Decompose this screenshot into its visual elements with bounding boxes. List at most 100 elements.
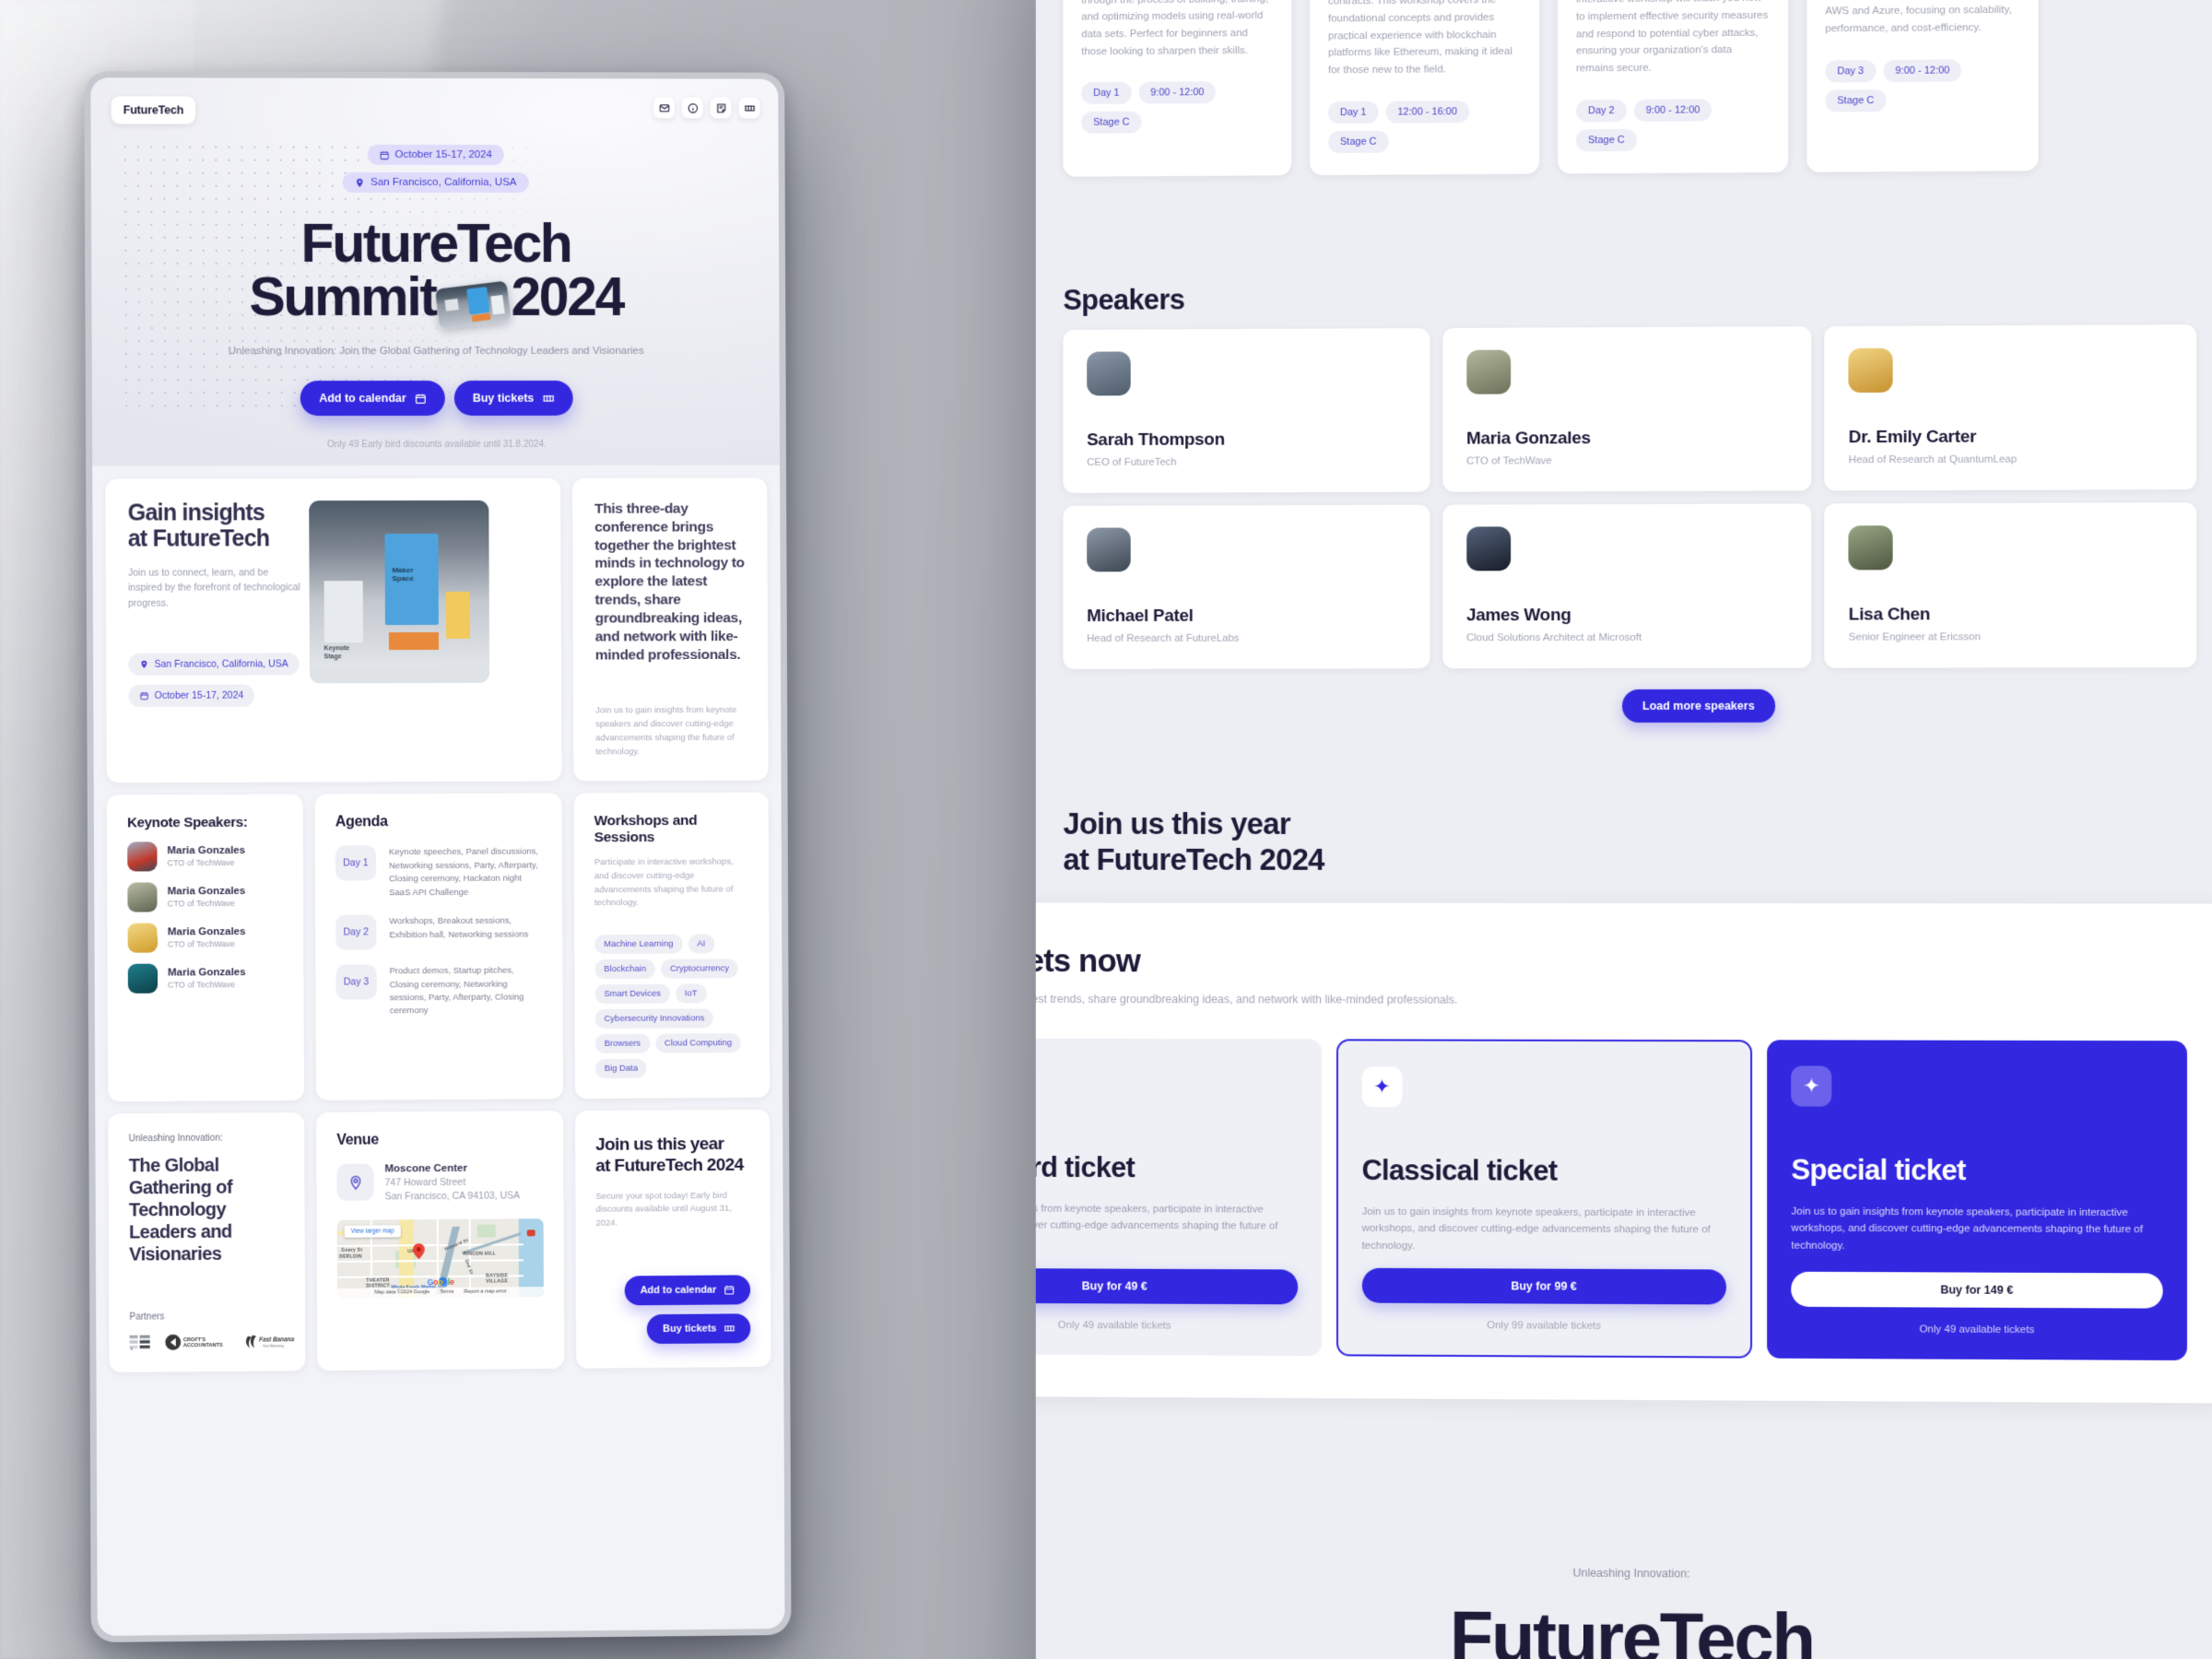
workshop-card[interactable]: Blockchain Development for Beginners Lea… <box>1310 0 1540 175</box>
hero-date-text: October 15-17, 2024 <box>394 148 492 161</box>
speaker-name: Maria Gonzales <box>167 886 246 898</box>
buy-tickets-button[interactable]: Buy tickets <box>647 1313 751 1345</box>
workshop-body: Learn the basics of blockchain technolog… <box>1328 0 1512 76</box>
tickets-heading: Buy tickets now <box>1035 943 1141 980</box>
device-screen: FutureTech October 15-17, 2024 San Franc… <box>90 77 785 1636</box>
workshop-tag: Day 1 <box>1328 100 1379 124</box>
add-to-calendar-button[interactable]: Add to calendar <box>300 381 445 417</box>
list-item[interactable]: Maria Gonzales CTO of TechWave <box>127 963 284 994</box>
speaker-name: Dr. Emily Carter <box>1848 427 1977 448</box>
add-to-calendar-button[interactable]: Add to calendar <box>624 1275 751 1306</box>
hero-subtitle: Unleashing Innovation: Join the Global G… <box>228 346 644 358</box>
avatar <box>1848 525 1893 571</box>
venue-map-pin <box>412 1242 425 1259</box>
workshop-topic-tag[interactable]: Blockchain <box>594 959 656 980</box>
avatar <box>1848 347 1893 394</box>
add-to-calendar-label: Add to calendar <box>319 392 406 406</box>
workshop-tag: 9:00 - 12:00 <box>1883 58 1962 82</box>
map-report-link[interactable]: Report a map error <box>464 1289 506 1295</box>
workshop-topic-tag[interactable]: Cybersecurity Innovations <box>594 1008 714 1030</box>
workshop-topic-tag[interactable]: Cloud Computing <box>654 1033 742 1053</box>
workshop-tag: Stage C <box>1081 111 1142 135</box>
sparkle-icon: ✦ <box>1361 1066 1403 1108</box>
hero-inline-photo <box>435 280 512 330</box>
workshop-card-list: Mastering Machine Learning Algorithms Di… <box>1063 0 2039 177</box>
venue-name: Moscone Center <box>384 1162 467 1175</box>
insights-location-text: San Francisco, California, USA <box>154 658 288 670</box>
insights-date-text: October 15-17, 2024 <box>154 689 244 701</box>
speaker-card[interactable]: Dr. Emily Carter Head of Research at Qua… <box>1824 324 2197 491</box>
speaker-name: Lisa Chen <box>1848 605 1931 625</box>
join-body: Secure your spot today! Early bird disco… <box>595 1190 732 1229</box>
speaker-card[interactable]: Sarah Thompson CEO of FutureTech <box>1063 328 1430 493</box>
buy-ticket-button[interactable]: Buy for 99 € <box>1361 1267 1727 1305</box>
workshop-topic-tag[interactable]: Smart Devices <box>594 983 670 1005</box>
ticket-card-special[interactable]: ✦ Special ticket Join us to gain insight… <box>1767 1040 2187 1361</box>
hero-date-pill: October 15-17, 2024 <box>367 144 504 166</box>
ticket-card-early-bird[interactable]: ✦ Early-bird ticket Join us to gain insi… <box>1035 1038 1322 1357</box>
workshop-topic-tag[interactable]: Machine Learning <box>594 934 683 955</box>
speaker-role: CTO of TechWave <box>168 980 236 990</box>
list-item[interactable]: Maria Gonzales CTO of TechWave <box>127 841 283 872</box>
workshop-card[interactable]: Cybersecurity: Protecting Your Digital A… <box>1558 0 1789 174</box>
speaker-role: CTO of TechWave <box>167 899 235 909</box>
workshop-topic-tag[interactable]: Cryptocurrency <box>660 959 739 979</box>
speaker-card[interactable]: James Wong Cloud Solutions Architect at … <box>1442 503 1812 669</box>
workshop-topic-tag[interactable]: IoT <box>675 983 707 1004</box>
speakers-grid: Sarah Thompson CEO of FutureTech Maria G… <box>1063 324 2197 669</box>
ticket-card-classical[interactable]: ✦ Classical ticket Join us to gain insig… <box>1335 1039 1753 1359</box>
partner-logo-list: s CROFT'S ACCOUNTANTS Fast Banana Viral Ma… <box>129 1333 295 1352</box>
speaker-card[interactable]: Michael Patel Head of Research at Future… <box>1063 504 1430 669</box>
join-title-line2: at FutureTech 2024 <box>595 1156 744 1177</box>
map-label: BAYSIDE VILLAGE <box>486 1273 509 1285</box>
hero-actions: Add to calendar Buy tickets <box>92 381 780 417</box>
speaker-card[interactable]: Maria Gonzales CTO of TechWave <box>1442 326 1812 492</box>
map-label: Geary St <box>341 1247 363 1254</box>
avatar <box>1087 351 1131 396</box>
workshop-body: Gain insights into the latest cybersecur… <box>1576 0 1769 75</box>
footer-wordmark: FutureTech <box>1449 1595 1814 1659</box>
buy-tickets-label: Buy tickets <box>472 392 535 406</box>
ticket-availability: Only 49 available tickets <box>1057 1320 1171 1332</box>
workshop-topic-tag[interactable]: Big Data <box>594 1058 648 1079</box>
list-item[interactable]: Maria Gonzales CTO of TechWave <box>127 882 283 912</box>
ticket-body: Join us to gain insights from keynote sp… <box>1791 1206 2143 1252</box>
ticket-body: Join us to gain insights from keynote sp… <box>1361 1206 1711 1252</box>
workshop-tag: 9:00 - 12:00 <box>1633 98 1712 122</box>
agenda-day-text: Product demos, Startup pitches, Closing … <box>389 965 524 1017</box>
workshop-card[interactable]: Mastering Machine Learning Algorithms Di… <box>1063 0 1292 177</box>
workshop-tags: Day 1 12:00 - 16:00 Stage C <box>1328 100 1521 153</box>
workshop-tag: Stage C <box>1328 130 1389 153</box>
agenda-row: Day 2 Workshops, Breakout sessions, Exhi… <box>335 914 542 950</box>
speakers-section-title: Speakers <box>1063 283 1185 316</box>
buy-tickets-button[interactable]: Buy tickets <box>453 381 573 417</box>
speaker-card[interactable]: Lisa Chen Senior Engineer at Ericsson <box>1824 502 2197 668</box>
venue-address-row: Moscone Center 747 Howard Street San Fra… <box>336 1162 543 1205</box>
join-cta-card: Join us this year at FutureTech 2024 Sec… <box>575 1109 771 1369</box>
partners-label: Partners <box>129 1312 165 1323</box>
agenda-day-badge: Day 3 <box>335 964 377 1000</box>
workshop-tag: Day 3 <box>1825 59 1877 83</box>
buy-ticket-button[interactable]: Buy for 49 € <box>1035 1267 1298 1305</box>
list-item[interactable]: Maria Gonzales CTO of TechWave <box>127 923 284 954</box>
speaker-role: Head of Research at FutureLabs <box>1087 632 1240 644</box>
agenda-title: Agenda <box>335 814 388 830</box>
workshop-card[interactable]: Building Scalable Cloud Applications Exp… <box>1806 0 2039 172</box>
avatar <box>127 923 158 954</box>
load-more-speakers-button[interactable]: Load more speakers <box>1622 688 1775 724</box>
buy-ticket-button[interactable]: Buy for 149 € <box>1791 1271 2163 1309</box>
ticket-title: Early-bird ticket <box>1035 1150 1135 1184</box>
ticket-availability: Only 99 available tickets <box>1487 1320 1602 1332</box>
workshop-topic-tag[interactable]: AI <box>688 934 715 954</box>
map-terms-link[interactable]: Terms <box>440 1289 453 1295</box>
workshops-body: Participate in interactive workshops, an… <box>594 856 734 909</box>
workshop-topic-tag[interactable]: Browsers <box>594 1033 651 1054</box>
agenda-row: Day 3 Product demos, Startup pitches, Cl… <box>335 963 542 1018</box>
venue-map[interactable]: Geary St DERLOIN UARE Howard St RINCON H… <box>336 1218 544 1299</box>
workshop-tag: Stage C <box>1576 128 1637 151</box>
view-larger-map-button[interactable]: View larger map <box>344 1224 401 1238</box>
global-title: The Global Gathering of Technology Leade… <box>128 1155 232 1265</box>
hero-location-text: San Francisco, California, USA <box>370 176 517 189</box>
title-word-summit: Summit <box>249 266 436 328</box>
workshop-tag: 9:00 - 12:00 <box>1138 81 1217 104</box>
